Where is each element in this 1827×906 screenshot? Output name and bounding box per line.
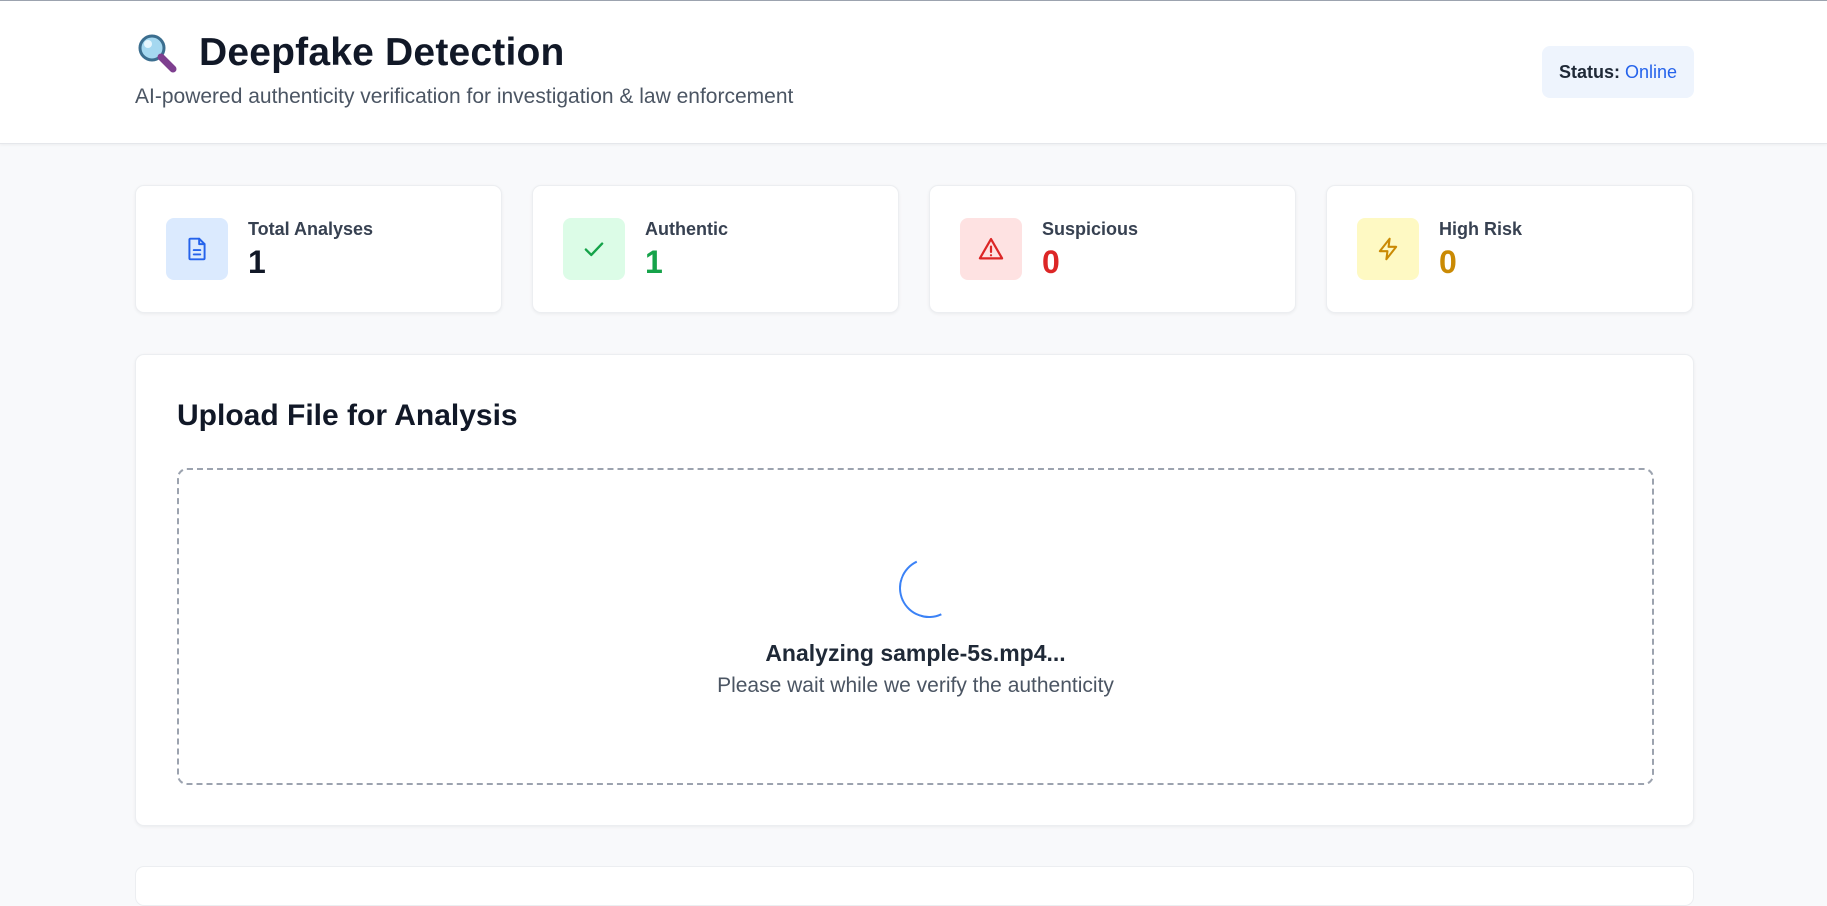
- magnifying-glass-icon: [135, 31, 179, 75]
- analyzing-status-text: Analyzing sample-5s.mp4...: [765, 640, 1066, 666]
- upload-section-title: Upload File for Analysis: [177, 399, 518, 432]
- stat-value: 1: [248, 244, 266, 280]
- loading-spinner-icon: [890, 549, 968, 627]
- analyzing-wait-text: Please wait while we verify the authenti…: [717, 674, 1114, 697]
- stat-value: 1: [645, 244, 663, 280]
- page-subtitle: AI-powered authenticity verification for…: [135, 85, 794, 108]
- stat-value: 0: [1439, 244, 1457, 280]
- stat-card-total-analyses: Total Analyses 1: [135, 185, 502, 313]
- check-icon: [563, 218, 625, 280]
- title-row: Deepfake Detection: [135, 31, 565, 75]
- status-value: Online: [1624, 61, 1678, 82]
- stat-value: 0: [1042, 244, 1060, 280]
- warning-triangle-icon: [960, 218, 1022, 280]
- stat-card-authentic: Authentic 1: [532, 185, 899, 313]
- stat-card-high-risk: High Risk 0: [1326, 185, 1693, 313]
- document-icon: [166, 218, 228, 280]
- stat-label: Total Analyses: [248, 219, 374, 239]
- stat-card-suspicious: Suspicious 0: [929, 185, 1296, 313]
- stat-label: Authentic: [645, 219, 728, 239]
- page-title: Deepfake Detection: [199, 31, 565, 74]
- status-badge: Status: Online: [1542, 46, 1694, 98]
- lightning-icon: [1357, 218, 1419, 280]
- stat-label: Suspicious: [1042, 219, 1139, 239]
- file-dropzone[interactable]: Analyzing sample-5s.mp4... Please wait w…: [177, 468, 1654, 785]
- upload-section: Upload File for Analysis Analyzing sampl…: [135, 354, 1694, 826]
- stat-label: High Risk: [1439, 219, 1523, 239]
- results-section: [135, 866, 1694, 906]
- status-label: Status:: [1558, 61, 1620, 82]
- app-header: Deepfake Detection AI-powered authentici…: [0, 0, 1827, 144]
